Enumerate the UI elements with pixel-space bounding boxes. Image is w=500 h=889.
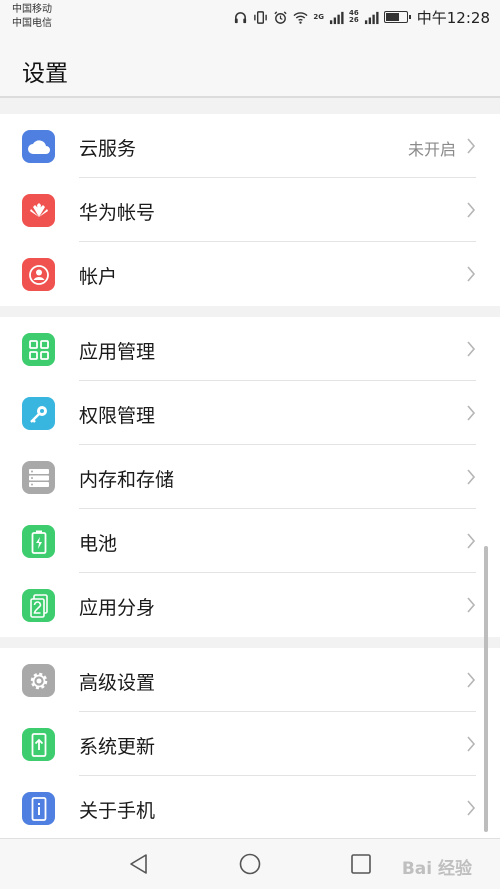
chevron-right-icon [467,341,476,357]
chevron-right-icon [467,138,476,154]
key-icon [22,397,55,430]
settings-item-label: 应用管理 [79,341,156,363]
settings-item-label: 系统更新 [79,736,156,758]
network-type-1-top: 2G [313,12,325,21]
page-title: 设置 [22,61,68,87]
settings-item-label: 帐户 [79,266,118,288]
chevron-right-icon [467,202,476,218]
cloud-icon [22,130,55,163]
chevron-right-icon [467,469,476,485]
apps-grid-icon [22,333,55,366]
scrollbar[interactable] [484,546,488,832]
settings-item-value: 未开启 [407,140,456,159]
network-type-1: 2G [313,12,325,21]
recents-square-icon[interactable] [350,853,372,875]
settings-item-label: 内存和存储 [79,469,175,491]
wifi-icon [293,11,308,24]
chevron-right-icon [467,533,476,549]
navigation-bar: Bai 经验 [0,838,500,889]
chevron-right-icon [467,597,476,613]
settings-item-battery[interactable]: 电池 [0,509,500,573]
huawei-logo-icon [22,194,55,227]
chevron-right-icon [467,672,476,688]
settings-group-account: 云服务 未开启 华为帐号 帐户 [0,114,500,306]
carrier-1: 中国移动 [12,4,52,15]
back-triangle-icon[interactable] [128,853,150,875]
network-type-2-bottom: 26 [349,16,359,24]
chevron-right-icon [467,405,476,421]
settings-item-system-update[interactable]: 系统更新 [0,712,500,776]
signal-icon-2 [364,11,379,24]
carrier-names: 中国移动 中国电信 [12,3,52,31]
watermark: Bai 经验 [401,859,472,879]
carrier-2: 中国电信 [12,18,52,29]
status-bar: 中国移动 中国电信 2G 46 26 中午12:28 [0,0,500,36]
user-icon [22,258,55,291]
settings-item-memory-storage[interactable]: 内存和存储 [0,445,500,509]
alarm-icon [274,10,288,24]
settings-item-app-management[interactable]: 应用管理 [0,317,500,381]
storage-icon [22,461,55,494]
signal-icon [329,11,344,24]
home-circle-icon[interactable] [239,853,261,875]
battery-status-icon [383,11,411,23]
settings-group-system: 高级设置 系统更新 关于手机 [0,648,500,840]
page-header: 设置 [0,36,500,98]
settings-item-label: 关于手机 [79,800,156,822]
battery-icon [22,525,55,558]
settings-item-label: 云服务 [79,138,137,160]
app-twin-icon [22,589,55,622]
settings-item-cloud[interactable]: 云服务 未开启 [0,114,500,178]
settings-group-device: 应用管理 权限管理 内存和存储 电池 应用分身 [0,317,500,637]
chevron-right-icon [467,736,476,752]
status-icons: 2G 46 26 中午12:28 [233,7,490,27]
network-type-2: 46 26 [349,10,359,24]
gear-icon [22,664,55,697]
chevron-right-icon [467,800,476,816]
settings-item-label: 应用分身 [79,597,156,619]
settings-item-advanced-settings[interactable]: 高级设置 [0,648,500,712]
settings-item-app-twin[interactable]: 应用分身 [0,573,500,637]
settings-item-accounts[interactable]: 帐户 [0,242,500,306]
chevron-right-icon [467,266,476,282]
settings-item-label: 华为帐号 [79,202,156,224]
settings-item-label: 权限管理 [79,405,156,427]
settings-item-label: 电池 [79,533,118,555]
vibrate-icon [254,10,268,24]
clock: 中午12:28 [416,8,490,27]
settings-item-permission-management[interactable]: 权限管理 [0,381,500,445]
settings-item-about-phone[interactable]: 关于手机 [0,776,500,840]
info-icon [22,792,55,825]
headphones-icon [235,11,247,23]
system-update-icon [22,728,55,761]
settings-item-huawei-account[interactable]: 华为帐号 [0,178,500,242]
settings-item-label: 高级设置 [79,672,156,694]
